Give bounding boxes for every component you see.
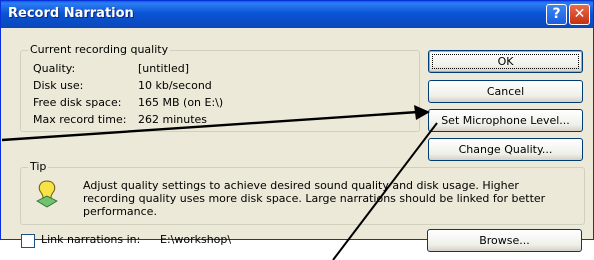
pointer-line (332, 122, 438, 260)
arrow-head-mic (414, 105, 430, 120)
annotation-arrows (1, 105, 438, 260)
arrow-to-mic-button (1, 110, 419, 142)
